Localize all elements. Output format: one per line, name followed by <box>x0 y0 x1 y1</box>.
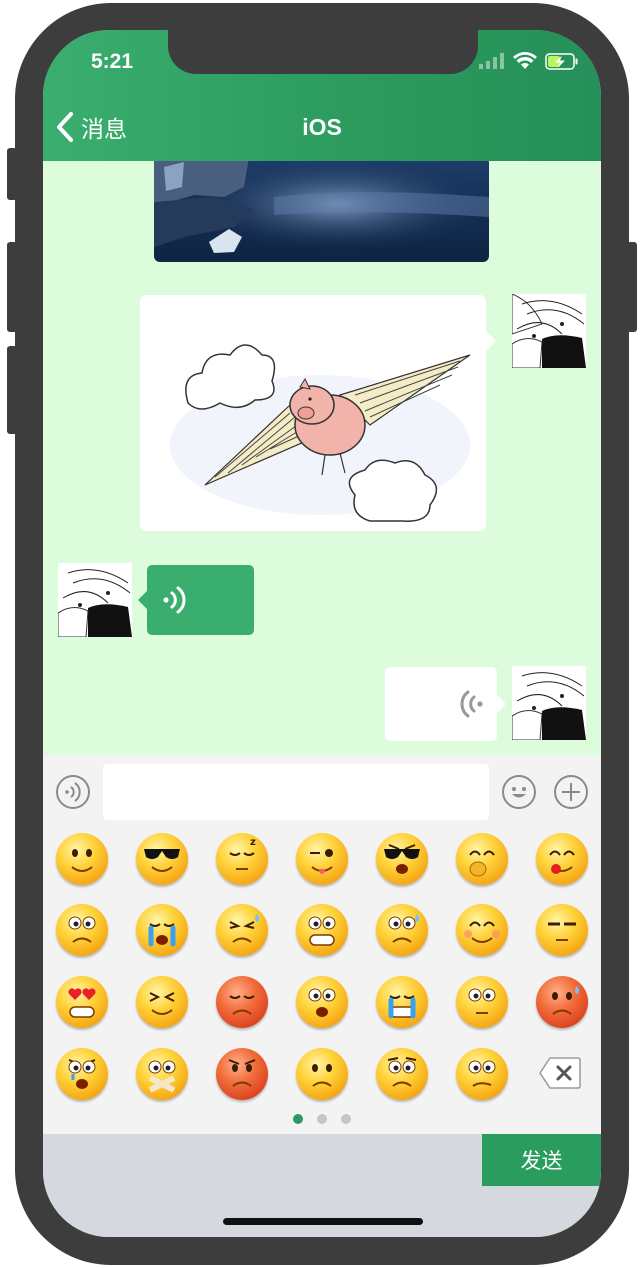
emoji-nervous-sweat-icon[interactable] <box>376 904 428 956</box>
message-voice-outgoing[interactable] <box>385 667 506 741</box>
anime-avatar-image <box>58 563 132 637</box>
emoji-laugh-tears-icon[interactable] <box>376 976 428 1028</box>
emoji-crying-icon[interactable] <box>136 904 188 956</box>
status-time: 5:21 <box>91 50 134 73</box>
send-button[interactable]: 发送 <box>482 1134 601 1186</box>
input-panel: z <box>43 755 601 1134</box>
message-voice-incoming[interactable] <box>138 565 254 635</box>
volume-down-button <box>7 346 17 434</box>
emoji-mouth-taped-icon[interactable] <box>136 1048 188 1100</box>
wifi-icon <box>513 52 537 69</box>
emoji-wink-tongue-icon[interactable] <box>296 833 348 885</box>
emoji-angry-tears-icon[interactable] <box>56 1048 108 1100</box>
emoji-confused-icon[interactable] <box>456 1048 508 1100</box>
emoji-sad-icon[interactable] <box>296 1048 348 1100</box>
voice-toggle-button[interactable] <box>56 775 90 809</box>
emoji-awkward-icon[interactable] <box>56 904 108 956</box>
emoji-red-frown-icon[interactable] <box>216 976 268 1028</box>
voice-wave-icon <box>163 586 186 614</box>
mute-switch <box>7 148 17 200</box>
power-button <box>627 242 637 332</box>
emoji-worried-icon[interactable] <box>376 1048 428 1100</box>
chat-list[interactable] <box>43 161 601 755</box>
message-image-flying-pig[interactable] <box>140 295 496 531</box>
volume-up-button <box>7 242 17 332</box>
emoji-toggle-button[interactable] <box>502 775 536 809</box>
page-dot-active[interactable] <box>293 1114 303 1124</box>
emoji-smile-icon <box>512 787 526 798</box>
page-dot[interactable] <box>317 1114 327 1124</box>
emoji-heart-eyes-icon[interactable] <box>56 976 108 1028</box>
plus-icon <box>562 783 580 801</box>
emoji-tired-icon[interactable] <box>216 904 268 956</box>
emoji-laugh-drool-icon[interactable] <box>536 833 588 885</box>
bottom-bar: 发送 <box>43 1134 601 1237</box>
navigation-bar: 5:21 消息 iOS <box>43 30 601 161</box>
emoji-grin-icon[interactable] <box>296 904 348 956</box>
emoji-surprised-icon[interactable] <box>296 976 348 1028</box>
emoji-red-angry-icon[interactable] <box>216 1048 268 1100</box>
emoji-squint-icon[interactable] <box>136 976 188 1028</box>
status-icons <box>479 52 579 70</box>
emoji-shades-angry-icon[interactable] <box>376 833 428 885</box>
anime-avatar-image <box>512 294 586 368</box>
emoji-cool-sunglasses-icon[interactable] <box>136 833 188 885</box>
emoji-sleepy-icon[interactable]: z <box>216 833 268 885</box>
emoji-bored-icon[interactable] <box>456 976 508 1028</box>
message-input[interactable] <box>103 764 489 820</box>
signal-icon <box>479 53 504 69</box>
emoji-sly-icon[interactable] <box>536 904 588 956</box>
flying-pig-illustration <box>170 344 471 522</box>
my-avatar[interactable] <box>512 294 586 368</box>
more-button[interactable] <box>554 775 588 809</box>
sender-avatar[interactable] <box>58 563 132 637</box>
emoji-blush-icon[interactable] <box>456 904 508 956</box>
landscape-photo <box>154 161 489 262</box>
home-indicator <box>223 1218 423 1225</box>
emoji-smile-icon[interactable] <box>56 833 108 885</box>
message-image-landscape[interactable] <box>154 161 489 262</box>
emoji-red-sweat-icon[interactable] <box>536 976 588 1028</box>
page-dot[interactable] <box>341 1114 351 1124</box>
anime-avatar-image <box>512 666 586 740</box>
svg-text:z: z <box>250 837 256 848</box>
battery-charging-icon <box>545 52 578 70</box>
emoji-shy-cover-icon[interactable] <box>456 833 508 885</box>
page-title: iOS <box>302 114 342 140</box>
phone-screen: 5:21 消息 iOS z 发送 <box>43 30 601 1237</box>
voice-wave-icon <box>460 690 483 718</box>
my-avatar[interactable] <box>512 666 586 740</box>
delete-key-icon[interactable] <box>538 1056 582 1090</box>
notch <box>168 30 478 74</box>
voice-icon <box>65 782 81 802</box>
